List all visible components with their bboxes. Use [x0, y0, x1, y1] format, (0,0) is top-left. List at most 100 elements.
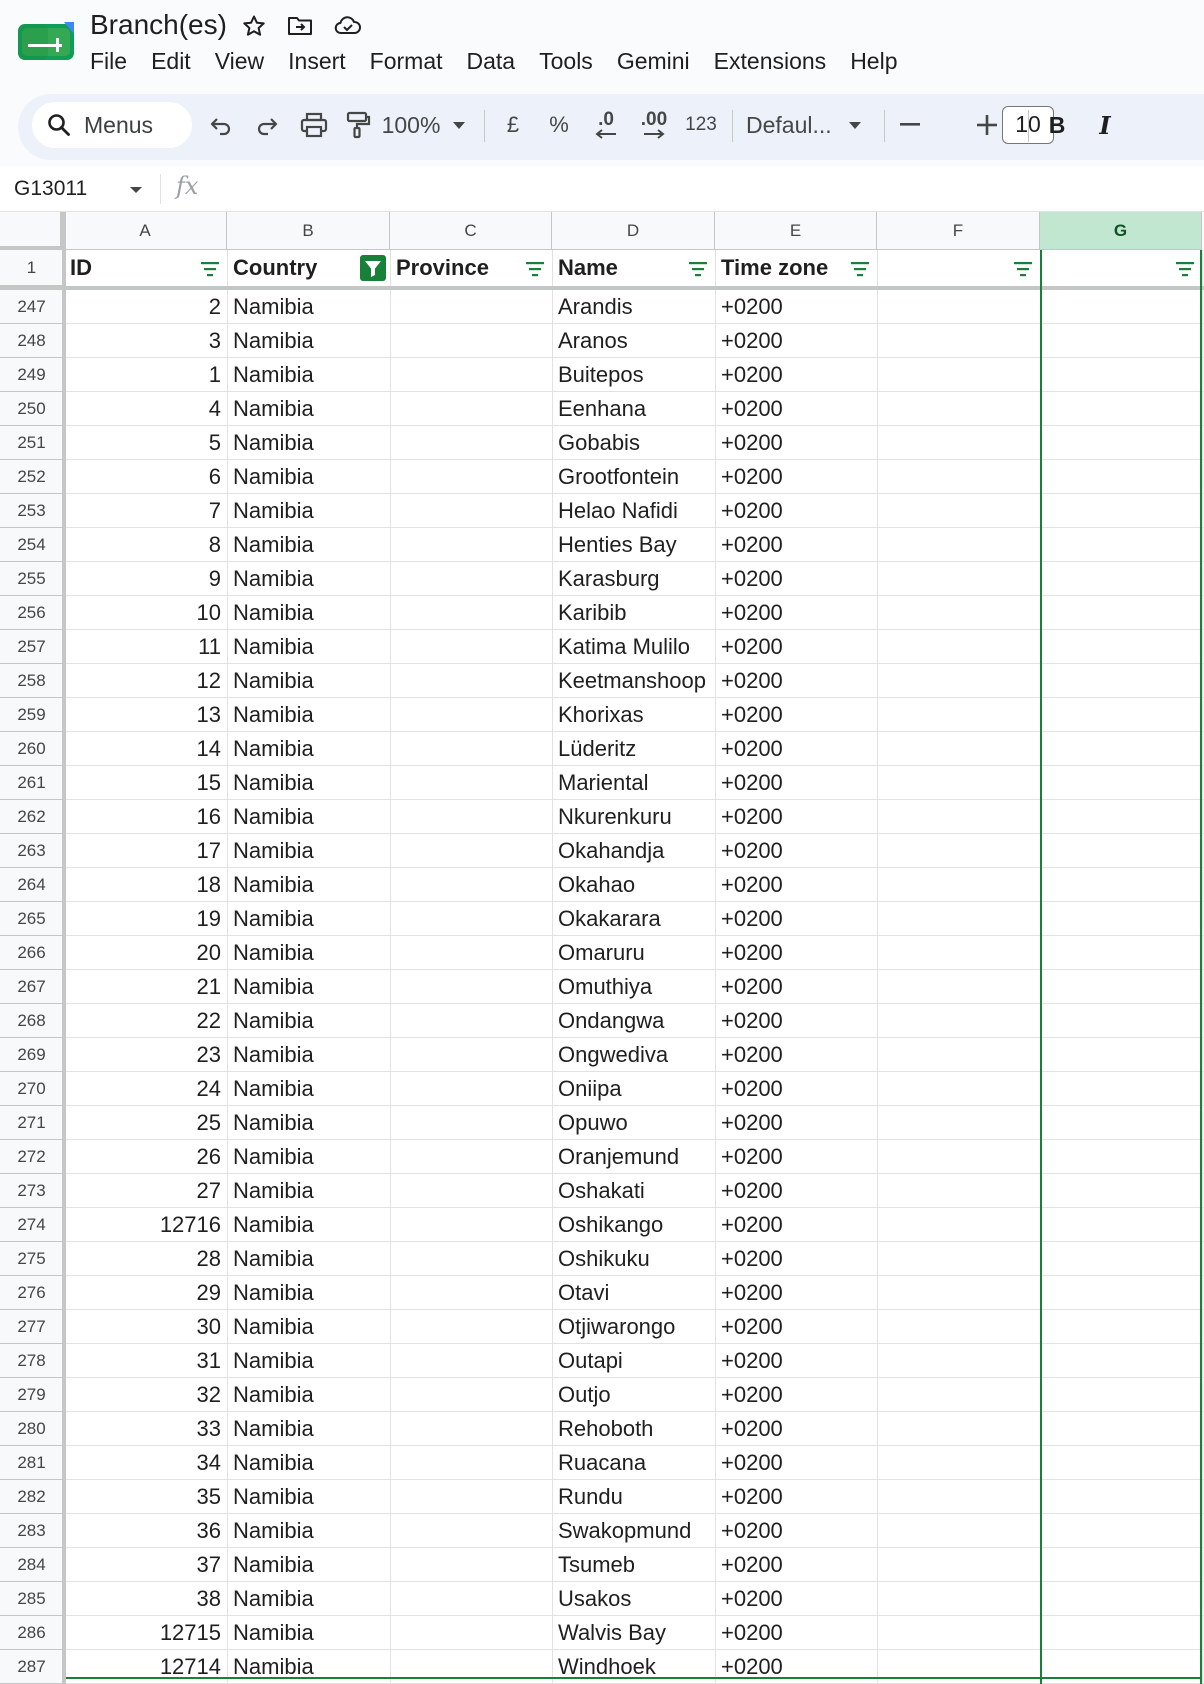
format-percent-button[interactable]: %: [544, 102, 574, 148]
name-box-dropdown-icon[interactable]: [128, 176, 150, 202]
cell-time-zone[interactable]: +0200: [715, 1310, 877, 1344]
document-title[interactable]: Branch(es): [90, 8, 227, 42]
star-icon[interactable]: [240, 12, 268, 40]
cell-name[interactable]: Nkurenkuru: [552, 800, 715, 834]
cell-name[interactable]: Eenhana: [552, 392, 715, 426]
cell-id[interactable]: 19: [64, 902, 227, 936]
menu-file[interactable]: File: [78, 44, 139, 78]
cell-name[interactable]: Usakos: [552, 1582, 715, 1616]
paint-format-icon[interactable]: [340, 102, 376, 148]
cell-country[interactable]: Namibia: [227, 596, 390, 630]
cell-id[interactable]: 22: [64, 1004, 227, 1038]
row-header[interactable]: 249: [0, 358, 64, 392]
cell-name[interactable]: Oranjemund: [552, 1140, 715, 1174]
cell-country[interactable]: Namibia: [227, 494, 390, 528]
cell-name[interactable]: Omuthiya: [552, 970, 715, 1004]
cell-name[interactable]: Rundu: [552, 1480, 715, 1514]
menu-format[interactable]: Format: [358, 44, 455, 78]
cell-id[interactable]: 38: [64, 1582, 227, 1616]
cell-country[interactable]: Namibia: [227, 1480, 390, 1514]
cell-time-zone[interactable]: +0200: [715, 1242, 877, 1276]
column-header-b[interactable]: B: [227, 212, 390, 250]
column-header-e[interactable]: E: [715, 212, 877, 250]
cell-time-zone[interactable]: +0200: [715, 834, 877, 868]
select-all-corner[interactable]: [0, 212, 64, 250]
row-header[interactable]: 279: [0, 1378, 64, 1412]
cell-id[interactable]: 24: [64, 1072, 227, 1106]
cell-id[interactable]: 3: [64, 324, 227, 358]
cell-time-zone[interactable]: +0200: [715, 1616, 877, 1650]
cell-id[interactable]: 28: [64, 1242, 227, 1276]
cell-country[interactable]: Namibia: [227, 324, 390, 358]
cell-country[interactable]: Namibia: [227, 1106, 390, 1140]
cell-id[interactable]: 29: [64, 1276, 227, 1310]
cell-country[interactable]: Namibia: [227, 1208, 390, 1242]
cell-id[interactable]: 10: [64, 596, 227, 630]
cell-time-zone[interactable]: +0200: [715, 732, 877, 766]
menu-help[interactable]: Help: [838, 44, 909, 78]
cell-name[interactable]: Outjo: [552, 1378, 715, 1412]
cell-country[interactable]: Namibia: [227, 1038, 390, 1072]
cell-time-zone[interactable]: +0200: [715, 528, 877, 562]
cell-name[interactable]: Oshakati: [552, 1174, 715, 1208]
cell-name[interactable]: Swakopmund: [552, 1514, 715, 1548]
cell-time-zone[interactable]: +0200: [715, 1038, 877, 1072]
cell-id[interactable]: 4: [64, 392, 227, 426]
cell-id[interactable]: 1: [64, 358, 227, 392]
cell-id[interactable]: 9: [64, 562, 227, 596]
cell-name[interactable]: Otjiwarongo: [552, 1310, 715, 1344]
increase-decimal-button[interactable]: .00: [632, 102, 676, 148]
cell-name[interactable]: Gobabis: [552, 426, 715, 460]
cell-time-zone[interactable]: +0200: [715, 1548, 877, 1582]
row-header[interactable]: 251: [0, 426, 64, 460]
cell-country[interactable]: Namibia: [227, 664, 390, 698]
row-header[interactable]: 283: [0, 1514, 64, 1548]
cell-id[interactable]: 25: [64, 1106, 227, 1140]
cell-name[interactable]: Lüderitz: [552, 732, 715, 766]
cell-name[interactable]: Ongwediva: [552, 1038, 715, 1072]
cell-country[interactable]: Namibia: [227, 1276, 390, 1310]
cell-id[interactable]: 12715: [64, 1616, 227, 1650]
cell-name[interactable]: Walvis Bay: [552, 1616, 715, 1650]
cell-time-zone[interactable]: +0200: [715, 1378, 877, 1412]
search-menus-button[interactable]: Menus: [32, 102, 192, 148]
cell-country[interactable]: Namibia: [227, 1378, 390, 1412]
cell-country[interactable]: Namibia: [227, 1514, 390, 1548]
move-to-folder-icon[interactable]: [286, 12, 314, 40]
cell-id[interactable]: 27: [64, 1174, 227, 1208]
cell-time-zone[interactable]: +0200: [715, 1276, 877, 1310]
cell-id[interactable]: 12716: [64, 1208, 227, 1242]
row-header[interactable]: 276: [0, 1276, 64, 1310]
row-header[interactable]: 275: [0, 1242, 64, 1276]
cell-name[interactable]: Khorixas: [552, 698, 715, 732]
cell-name[interactable]: Okahao: [552, 868, 715, 902]
filter-icon[interactable]: [849, 258, 871, 278]
cell-country[interactable]: Namibia: [227, 1174, 390, 1208]
cell-time-zone[interactable]: +0200: [715, 324, 877, 358]
cell-id[interactable]: 6: [64, 460, 227, 494]
cell-country[interactable]: Namibia: [227, 1446, 390, 1480]
cell-time-zone[interactable]: +0200: [715, 936, 877, 970]
spreadsheet-grid[interactable]: A B C D E F G 1 ID Country Province Name Time zone 24…: [0, 212, 1204, 1684]
row-header[interactable]: 277: [0, 1310, 64, 1344]
row-header[interactable]: 271: [0, 1106, 64, 1140]
cell-id[interactable]: 7: [64, 494, 227, 528]
cell-time-zone[interactable]: +0200: [715, 1004, 877, 1038]
cell-id[interactable]: 15: [64, 766, 227, 800]
cell-id[interactable]: 26: [64, 1140, 227, 1174]
cell-name[interactable]: Okakarara: [552, 902, 715, 936]
cell-id[interactable]: 37: [64, 1548, 227, 1582]
cell-name[interactable]: Omaruru: [552, 936, 715, 970]
cell-time-zone[interactable]: +0200: [715, 290, 877, 324]
cell-id[interactable]: 8: [64, 528, 227, 562]
column-header-f[interactable]: F: [877, 212, 1040, 250]
cell-time-zone[interactable]: +0200: [715, 868, 877, 902]
cell-name[interactable]: Oshikango: [552, 1208, 715, 1242]
cell-name[interactable]: Katima Mulilo: [552, 630, 715, 664]
cell-id[interactable]: 32: [64, 1378, 227, 1412]
row-header[interactable]: 272: [0, 1140, 64, 1174]
row-header[interactable]: 252: [0, 460, 64, 494]
row-header[interactable]: 250: [0, 392, 64, 426]
cell-time-zone[interactable]: +0200: [715, 1446, 877, 1480]
zoom-dropdown-icon[interactable]: [448, 102, 470, 148]
